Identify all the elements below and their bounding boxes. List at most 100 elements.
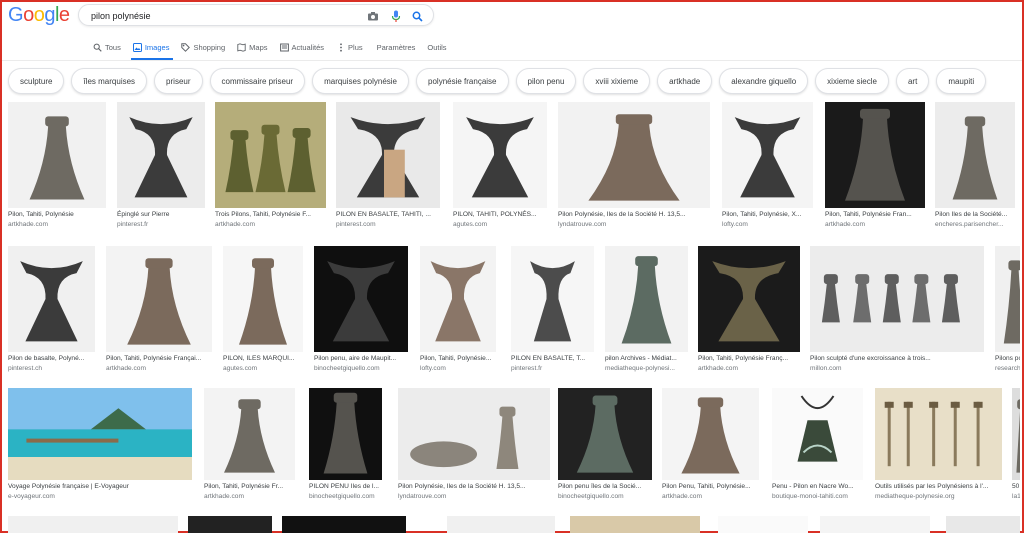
- image-thumbnail[interactable]: [188, 516, 272, 533]
- image-source[interactable]: agutes.com: [453, 220, 547, 229]
- image-source[interactable]: agutes.com: [223, 364, 303, 373]
- image-thumbnail[interactable]: [946, 516, 1020, 533]
- image-thumbnail[interactable]: [722, 102, 813, 208]
- image-thumbnail[interactable]: [106, 246, 212, 352]
- image-caption[interactable]: Pilon Penu, Tahiti, Polynésie...: [662, 482, 759, 492]
- image-thumbnail[interactable]: [8, 516, 178, 533]
- search-icon[interactable]: [410, 9, 424, 23]
- image-source[interactable]: artkhade.com: [8, 220, 106, 229]
- image-thumbnail[interactable]: [605, 246, 688, 352]
- image-result[interactable]: Pilon penu îles de la Socié... binocheetg…: [558, 388, 652, 501]
- microphone-icon[interactable]: [389, 9, 403, 23]
- image-source[interactable]: pinterest.ch: [8, 364, 95, 373]
- image-result[interactable]: Pilon Penu, Tahiti, Polynésie... artkhade…: [662, 388, 759, 501]
- image-source[interactable]: encheres.parisencher...: [935, 220, 1015, 229]
- image-thumbnail[interactable]: [204, 388, 295, 480]
- image-source[interactable]: binocheetgiquello.com: [558, 492, 652, 501]
- chip-sculpture[interactable]: sculpture: [8, 68, 65, 94]
- image-result[interactable]: Pilon sculpté d'une excroissance à trois…: [810, 246, 984, 373]
- image-caption[interactable]: Épinglé sur Pierre: [117, 210, 205, 220]
- image-thumbnail[interactable]: [453, 102, 547, 208]
- image-result[interactable]: Pilon, Tahiti, Polynésie Fran... artkhade…: [825, 102, 925, 229]
- chip-xviii-xixieme[interactable]: xviii xixieme: [583, 68, 651, 94]
- chip-art[interactable]: art: [895, 68, 930, 94]
- search-box[interactable]: [78, 4, 434, 26]
- image-result[interactable]: Pilon, Tahiti, Polynésie Franç... artkhad…: [698, 246, 800, 373]
- image-source[interactable]: lyndatrouve.com: [398, 492, 550, 501]
- tab-maps[interactable]: Maps: [233, 40, 275, 60]
- image-result[interactable]: Pilon, Tahiti, Polynésie, X... lofty.com: [722, 102, 813, 229]
- image-result[interactable]: PILON EN BASALTE, T... pinterest.fr: [511, 246, 594, 373]
- image-result[interactable]: Voyage Polynésie française | E-Voyageur e…: [8, 388, 192, 501]
- image-thumbnail[interactable]: [875, 388, 1002, 480]
- image-caption[interactable]: PILON PENU Iles de l...: [309, 482, 382, 492]
- image-caption[interactable]: Pilon, Tahiti, Polynésie...: [420, 354, 496, 364]
- image-caption[interactable]: Pilon, Tahiti, Polynésie, X...: [722, 210, 813, 220]
- image-caption[interactable]: Pilon Polynésie, Iles de la Société H. 1…: [398, 482, 550, 492]
- image-thumbnail[interactable]: [810, 246, 984, 352]
- image-caption[interactable]: Pilon, Tahiti, Polynésie Françai...: [106, 354, 212, 364]
- chip-marquises-polynésie[interactable]: marquises polynésie: [312, 68, 410, 94]
- image-caption[interactable]: Pilon Polynésie, Iles de la Société H. 1…: [558, 210, 710, 220]
- tab-parametres[interactable]: Paramètres: [373, 40, 424, 60]
- image-thumbnail[interactable]: [215, 102, 326, 208]
- image-result[interactable]: Pilon de basalte, Polyné... pinterest.ch: [8, 246, 95, 373]
- image-caption[interactable]: Trois Pilons, Tahiti, Polynésie F...: [215, 210, 326, 220]
- image-source[interactable]: artkhade.com: [662, 492, 759, 501]
- tab-outils[interactable]: Outils: [423, 40, 454, 60]
- image-source[interactable]: research: [995, 364, 1020, 373]
- image-result[interactable]: Pilon, Tahiti, Polynésie Fr... artkhade.c…: [204, 388, 295, 501]
- chip-priseur[interactable]: priseur: [154, 68, 203, 94]
- image-result[interactable]: pilon Archives - Médiat... mediatheque-po…: [605, 246, 688, 373]
- tab-images[interactable]: Images: [129, 40, 178, 60]
- image-thumbnail[interactable]: [511, 246, 594, 352]
- image-source[interactable]: lofty.com: [420, 364, 496, 373]
- image-caption[interactable]: PILON, ILES MARQUI...: [223, 354, 303, 364]
- image-source[interactable]: artkhade.com: [215, 220, 326, 229]
- image-thumbnail[interactable]: [570, 516, 700, 533]
- chip-îles-marquises[interactable]: îles marquises: [71, 68, 148, 94]
- image-thumbnail[interactable]: [8, 102, 106, 208]
- image-source[interactable]: pinterest.com: [336, 220, 440, 229]
- image-caption[interactable]: Pilon, Tahiti, Polynésie Fran...: [825, 210, 925, 220]
- image-thumbnail[interactable]: [995, 246, 1020, 352]
- image-result[interactable]: Outils utilisés par les Polynésiens à l'…: [875, 388, 1002, 501]
- image-result[interactable]: Pilon, Tahiti, Polynésie artkhade.com: [8, 102, 106, 229]
- image-caption[interactable]: Pilon Iles de la Société...: [935, 210, 1015, 220]
- image-thumbnail[interactable]: [336, 102, 440, 208]
- image-source[interactable]: lyndatrouve.com: [558, 220, 710, 229]
- image-caption[interactable]: Pilons po: [995, 354, 1020, 364]
- image-result[interactable]: Pilons po research: [995, 246, 1020, 373]
- image-thumbnail[interactable]: [558, 102, 710, 208]
- image-thumbnail[interactable]: [8, 388, 192, 480]
- image-caption[interactable]: Pilon, Tahiti, Polynésie Fr...: [204, 482, 295, 492]
- image-result[interactable]: Pilon, Tahiti, Polynésie... lofty.com: [420, 246, 496, 373]
- chip-pilon-penu[interactable]: pilon penu: [515, 68, 577, 94]
- image-source[interactable]: pinterest.fr: [117, 220, 205, 229]
- image-thumbnail[interactable]: [447, 516, 555, 533]
- chip-maupiti[interactable]: maupiti: [936, 68, 987, 94]
- tab-actualites[interactable]: Actualités: [276, 40, 333, 60]
- image-thumbnail[interactable]: [662, 388, 759, 480]
- image-result[interactable]: PILON, TAHITI, POLYNÉS... agutes.com: [453, 102, 547, 229]
- image-caption[interactable]: Voyage Polynésie française | E-Voyageur: [8, 482, 192, 492]
- image-caption[interactable]: Pilon penu, aire de Maupit...: [314, 354, 408, 364]
- image-caption[interactable]: 50: [1012, 482, 1020, 492]
- image-thumbnail[interactable]: [825, 102, 925, 208]
- image-source[interactable]: mediatheque-polynesi...: [605, 364, 688, 373]
- chip-artkhade[interactable]: artkhade: [657, 68, 713, 94]
- image-source[interactable]: millon.com: [810, 364, 984, 373]
- image-thumbnail[interactable]: [282, 516, 406, 533]
- image-thumbnail[interactable]: [223, 246, 303, 352]
- image-source[interactable]: artkhade.com: [825, 220, 925, 229]
- image-thumbnail[interactable]: [718, 516, 808, 533]
- tab-plus[interactable]: Plus: [332, 40, 371, 60]
- image-thumbnail[interactable]: [309, 388, 382, 480]
- image-caption[interactable]: PILON, TAHITI, POLYNÉS...: [453, 210, 547, 220]
- image-source[interactable]: mediatheque-polynesie.org: [875, 492, 1002, 501]
- google-logo[interactable]: Google: [8, 4, 70, 27]
- image-result[interactable]: Pilon Iles de la Société... encheres.pari…: [935, 102, 1015, 229]
- image-caption[interactable]: Outils utilisés par les Polynésiens à l'…: [875, 482, 1002, 492]
- image-caption[interactable]: Pilon de basalte, Polyné...: [8, 354, 95, 364]
- image-result[interactable]: Pilon Polynésie, Iles de la Société H. 1…: [398, 388, 550, 501]
